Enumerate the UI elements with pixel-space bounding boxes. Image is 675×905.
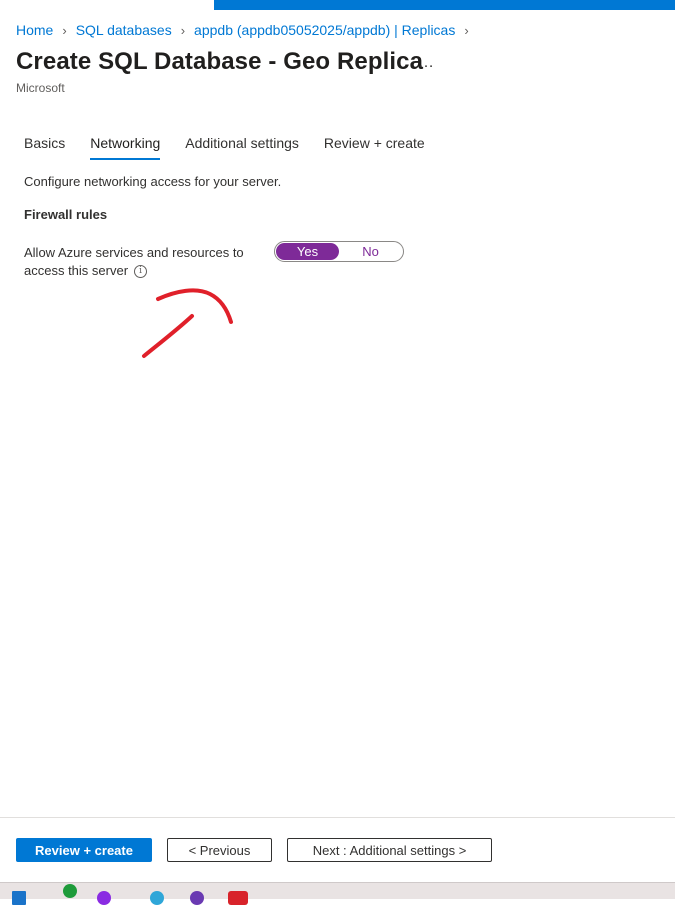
app-icon-purple[interactable] [97, 891, 111, 905]
more-options-icon[interactable]: … [418, 54, 435, 72]
tab-additional-settings[interactable]: Additional settings [185, 135, 299, 160]
footer-divider [0, 817, 675, 818]
review-create-button[interactable]: Review + create [16, 838, 152, 862]
page-title: Create SQL Database - Geo Replica [16, 48, 424, 75]
wizard-tabs: Basics Networking Additional settings Re… [24, 135, 450, 160]
breadcrumb-home[interactable]: Home [16, 22, 53, 38]
app-icon-blue[interactable] [150, 891, 164, 905]
firewall-rules-heading: Firewall rules [24, 207, 108, 222]
app-icon-violet[interactable] [190, 891, 204, 905]
tab-basics[interactable]: Basics [24, 135, 65, 160]
app-icon-green[interactable] [63, 884, 77, 898]
tab-review-create[interactable]: Review + create [324, 135, 425, 160]
next-additional-settings-button[interactable]: Next : Additional settings > [287, 838, 492, 862]
previous-button[interactable]: < Previous [167, 838, 272, 862]
page-subtitle: Microsoft [16, 81, 65, 95]
windows-taskbar [0, 882, 675, 905]
red-arrow-annotation [142, 288, 233, 358]
top-bar-accent [214, 0, 675, 10]
allow-azure-services-label: Allow Azure services and resources to ac… [24, 244, 259, 280]
breadcrumb: Home › SQL databases › appdb (appdb05052… [16, 22, 478, 38]
toggle-no-option[interactable]: No [339, 243, 402, 260]
start-icon[interactable] [12, 891, 26, 905]
networking-description: Configure networking access for your ser… [24, 174, 282, 189]
breadcrumb-sql-databases[interactable]: SQL databases [76, 22, 172, 38]
breadcrumb-replicas[interactable]: appdb (appdb05052025/appdb) | Replicas [194, 22, 455, 38]
tab-networking[interactable]: Networking [90, 135, 161, 160]
allow-azure-services-toggle: Yes No [274, 241, 404, 262]
app-icon-red[interactable] [228, 891, 248, 905]
info-icon[interactable]: i [134, 265, 148, 279]
chevron-right-icon: › [464, 22, 469, 38]
chevron-right-icon: › [180, 22, 186, 38]
toggle-yes-option[interactable]: Yes [276, 243, 339, 260]
chevron-right-icon: › [62, 22, 67, 38]
